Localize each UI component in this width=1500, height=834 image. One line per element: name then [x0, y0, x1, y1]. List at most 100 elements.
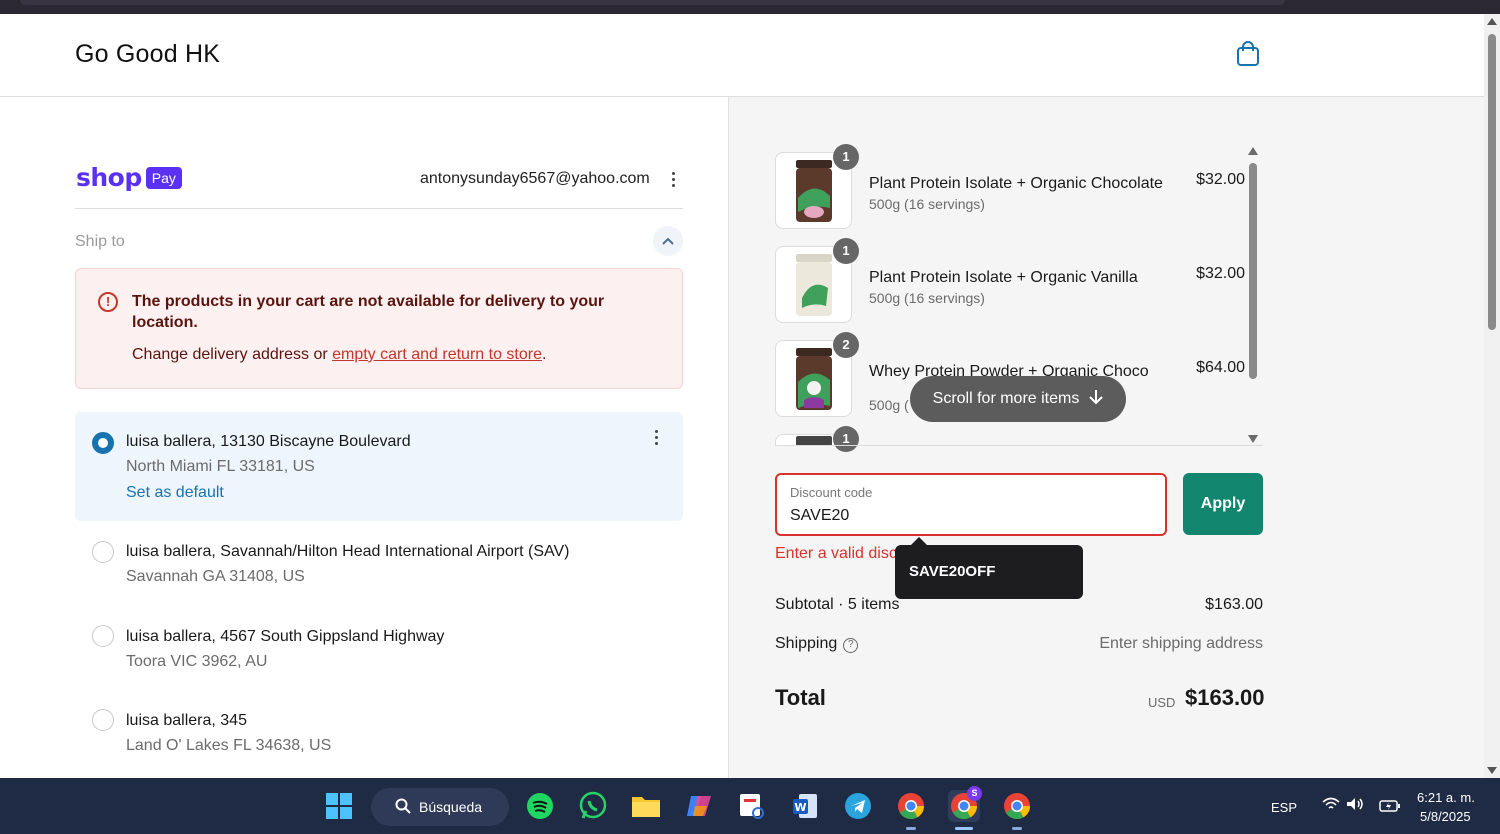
arrow-down-icon — [1089, 389, 1104, 410]
language-indicator[interactable]: ESP — [1271, 800, 1297, 815]
scroll-up-icon[interactable] — [1487, 18, 1497, 25]
shopping-bag-icon[interactable] — [1236, 41, 1260, 67]
battery-icon[interactable] — [1374, 790, 1406, 822]
cart-item: 1 Plant Protein Isolate + Organic Chocol… — [775, 144, 1245, 232]
shop-pay-wordmark: shop — [76, 163, 142, 192]
total-label: Total — [775, 685, 826, 710]
chrome-active-icon[interactable]: S — [948, 786, 982, 822]
word-icon[interactable]: W — [789, 790, 821, 822]
snipping-tool-icon[interactable] — [736, 790, 768, 822]
shipping-value: Enter shipping address — [1099, 635, 1263, 652]
alert-title: The products in your cart are not availa… — [132, 293, 605, 331]
autofill-suggestion[interactable]: SAVE20OFF — [895, 537, 1083, 599]
item-variant: 500g (16 servings) — [869, 290, 985, 306]
clock-date[interactable]: 5/8/2025 — [1420, 809, 1471, 824]
alert-body-suffix: . — [541, 346, 547, 363]
browser-top-strip — [0, 0, 1500, 14]
quantity-badge: 1 — [833, 238, 859, 264]
set-default-link[interactable]: Set as default — [126, 484, 224, 502]
quantity-badge: 1 — [833, 426, 859, 452]
discount-code-field[interactable]: Discount code — [775, 473, 1167, 536]
shipping-label-text: Shipping — [775, 635, 838, 652]
windows-taskbar: Búsqueda W S ESP 6:21 a. m. 5/8/2025 — [0, 778, 1500, 834]
system-tray[interactable] — [1313, 790, 1373, 822]
order-summary-panel: 1 Plant Protein Isolate + Organic Chocol… — [729, 97, 1484, 778]
alert-body: Change delivery address or empty cart an… — [132, 346, 546, 364]
scroll-down-icon[interactable] — [1487, 767, 1497, 774]
scroll-hint-label: Scroll for more items — [932, 390, 1080, 407]
address-line1[interactable]: luisa ballera, 345 — [126, 712, 247, 730]
address-option-selected[interactable]: luisa ballera, 13130 Biscayne Boulevard … — [75, 412, 683, 521]
total-value: $163.00 — [1185, 685, 1265, 710]
store-name[interactable]: Go Good HK — [75, 40, 220, 69]
svg-text:W: W — [794, 801, 806, 814]
chrome-icon[interactable] — [895, 790, 927, 822]
scrollbar-thumb[interactable] — [1488, 34, 1496, 330]
item-price: $32.00 — [1196, 171, 1245, 188]
delivery-error-alert: ! The products in your cart are not avai… — [75, 268, 683, 389]
help-icon[interactable]: ? — [843, 638, 859, 653]
chevron-up-icon[interactable] — [653, 226, 683, 256]
search-label: Búsqueda — [419, 799, 483, 815]
clock-time[interactable]: 6:21 a. m. — [1417, 790, 1475, 805]
search-icon — [395, 798, 411, 817]
running-indicator — [906, 827, 916, 830]
chrome-profile-icon[interactable] — [1001, 790, 1033, 822]
cart-item: 1 Plant Protein Isolate + Organic Vanill… — [775, 238, 1245, 326]
discount-code-label: Discount code — [790, 485, 873, 500]
checkout-left-panel: shop Pay antonysunday6567@yahoo.com Ship… — [0, 97, 728, 778]
telegram-icon[interactable] — [842, 790, 874, 822]
address-more-icon[interactable] — [655, 430, 659, 448]
address-line2: North Miami FL 33181, US — [126, 458, 315, 475]
subtotal-value: $163.00 — [1205, 596, 1263, 613]
address-line2: Toora VIC 3962, AU — [126, 653, 268, 670]
discount-code-input[interactable] — [790, 505, 1150, 527]
empty-cart-link[interactable]: empty cart and return to store — [332, 346, 542, 363]
address-line1: luisa ballera, 13130 Biscayne Boulevard — [126, 433, 411, 450]
address-line1[interactable]: luisa ballera, 4567 South Gippsland High… — [126, 628, 444, 646]
address-radio-selected[interactable] — [92, 432, 114, 454]
item-price: $32.00 — [1196, 265, 1245, 282]
shipping-label: Shipping? — [775, 635, 859, 653]
address-line1[interactable]: luisa ballera, Savannah/Hilton Head Inte… — [126, 543, 570, 561]
quantity-badge: 2 — [833, 332, 859, 358]
discount-error-text: Enter a valid disc — [775, 545, 897, 562]
running-indicator — [1012, 827, 1022, 830]
wifi-icon — [1322, 797, 1340, 816]
volume-icon — [1346, 797, 1364, 816]
item-name: Plant Protein Isolate + Organic Chocolat… — [869, 175, 1163, 192]
file-explorer-icon[interactable] — [630, 790, 662, 822]
copilot-icon[interactable] — [683, 790, 715, 822]
scroll-for-more-button[interactable]: Scroll for more items — [910, 376, 1126, 422]
cart-list-divider — [775, 445, 1263, 446]
alert-circle-icon: ! — [98, 292, 118, 312]
windows-start-icon[interactable] — [323, 790, 355, 822]
currency-code: USD — [1148, 695, 1176, 710]
item-variant: 500g (16 servings) — [869, 196, 985, 212]
ship-to-label: Ship to — [75, 233, 125, 250]
address-radio[interactable] — [92, 625, 114, 647]
whatsapp-icon[interactable] — [577, 790, 609, 822]
divider — [75, 208, 683, 209]
shop-pay-logo: shop Pay — [76, 163, 182, 192]
item-price: $64.00 — [1196, 359, 1245, 376]
address-line2: Land O' Lakes FL 34638, US — [126, 737, 332, 754]
account-more-icon[interactable] — [672, 172, 676, 190]
active-indicator — [955, 827, 973, 830]
profile-badge: S — [967, 786, 982, 801]
pay-badge: Pay — [145, 166, 182, 189]
store-header: Go Good HK — [0, 14, 1484, 97]
address-radio[interactable] — [92, 541, 114, 563]
item-variant: 500g ( — [869, 397, 909, 413]
cart-scroll-up-icon[interactable] — [1248, 147, 1258, 155]
subtotal-label: Subtotal · 5 items — [775, 596, 900, 613]
cart-scrollbar[interactable] — [1249, 163, 1257, 379]
address-radio[interactable] — [92, 709, 114, 731]
spotify-icon[interactable] — [524, 790, 556, 822]
address-line2: Savannah GA 31408, US — [126, 568, 305, 585]
cart-scroll-down-icon[interactable] — [1248, 435, 1258, 443]
quantity-badge: 1 — [833, 144, 859, 170]
apply-discount-button[interactable]: Apply — [1183, 473, 1263, 535]
page-scrollbar[interactable] — [1484, 14, 1500, 778]
taskbar-search[interactable]: Búsqueda — [371, 788, 509, 826]
